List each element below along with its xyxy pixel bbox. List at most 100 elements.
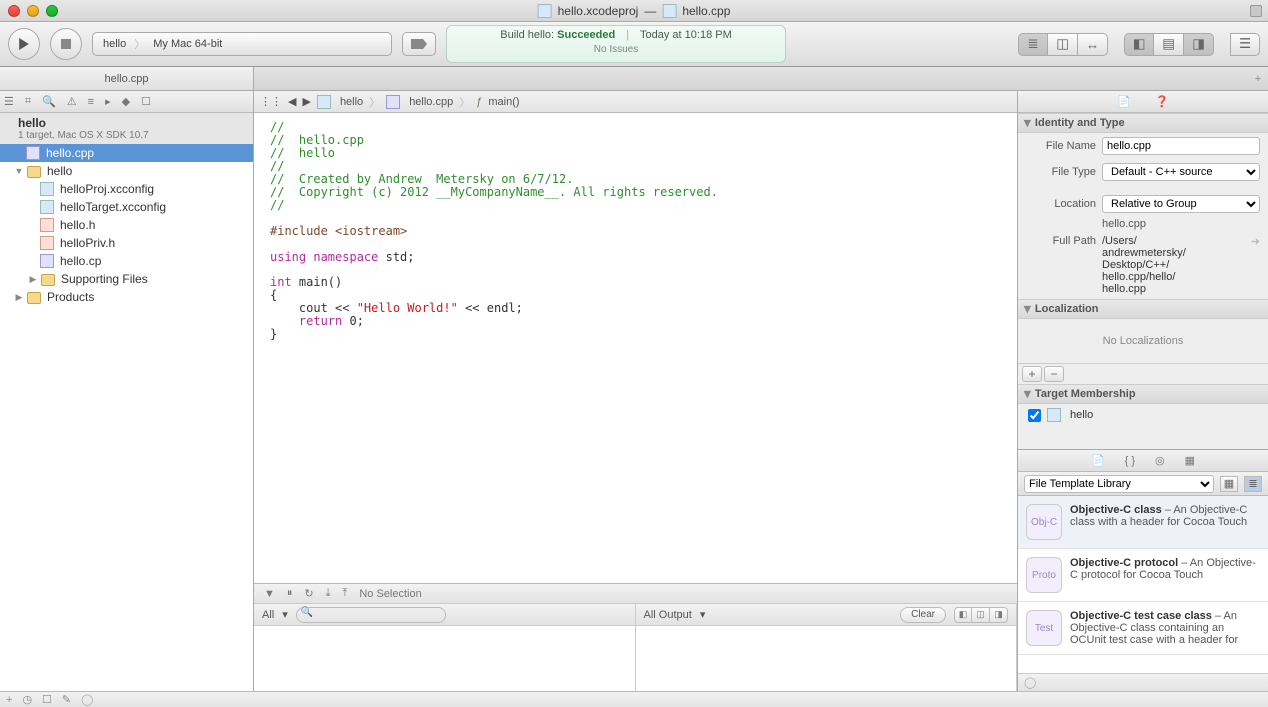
toggle-debug-button[interactable]: ▤	[1154, 33, 1184, 56]
file-inspector-icon[interactable]: 📄	[1117, 95, 1131, 108]
cpp-file-icon	[26, 146, 40, 160]
variables-view: All▾	[254, 604, 636, 691]
console-scope[interactable]: All Output	[644, 609, 692, 621]
project-navigator-icon[interactable]: ☰	[4, 95, 14, 108]
title-file: hello.cpp	[682, 4, 730, 18]
close-window-button[interactable]	[8, 5, 20, 17]
tree-item-hello-h[interactable]: hello.h	[0, 216, 253, 234]
step-into-icon[interactable]: ⤒	[342, 587, 347, 600]
new-tab-button[interactable]: +	[1248, 67, 1268, 90]
code-snippet-lib-icon[interactable]: { }	[1125, 455, 1135, 467]
source-editor[interactable]: // // hello.cpp // hello // // Created b…	[254, 113, 1017, 583]
recent-icon[interactable]: ◷	[22, 693, 32, 706]
file-type-select[interactable]: Default - C++ source	[1102, 163, 1260, 181]
file-template-lib-icon[interactable]: 📄	[1091, 454, 1105, 467]
debug-bar: ▼ ⏸ ↻ ⤓ ⤒ No Selection	[254, 583, 1017, 603]
crumb-file[interactable]: hello.cpp	[409, 96, 453, 108]
step-over-icon[interactable]: ⤓	[326, 587, 331, 600]
crumb-symbol[interactable]: main()	[488, 96, 519, 108]
identity-section-header[interactable]: ▶Identity and Type	[1018, 113, 1268, 133]
title-project: hello.xcodeproj	[558, 4, 639, 18]
file-icon	[662, 4, 676, 18]
console-right-icon[interactable]: ◨	[990, 607, 1008, 623]
search-navigator-icon[interactable]: 🔍	[42, 95, 56, 108]
location-select[interactable]: Relative to Group	[1102, 195, 1260, 213]
tree-item-supporting-files[interactable]: ▶ Supporting Files	[0, 270, 253, 288]
organizer-segmented: ☰	[1230, 33, 1260, 56]
filter-icon[interactable]: ✎	[62, 693, 71, 706]
add-localization-button[interactable]: +	[1022, 366, 1042, 382]
config-file-icon	[40, 200, 54, 214]
library-select[interactable]: File Template Library	[1024, 475, 1214, 493]
library-item-objc-testcase[interactable]: Test Objective-C test case class – An Ob…	[1018, 602, 1268, 655]
target-icon	[1047, 408, 1061, 422]
toggle-navigator-button[interactable]: ◧	[1124, 33, 1154, 56]
media-lib-icon[interactable]: ▦	[1185, 454, 1195, 467]
stop-button[interactable]	[50, 28, 82, 60]
variables-filter[interactable]	[296, 607, 446, 623]
crumb-project[interactable]: hello	[340, 96, 363, 108]
clear-console-button[interactable]: Clear	[900, 607, 946, 623]
tree-item-proj-xcconfig[interactable]: helloProj.xcconfig	[0, 180, 253, 198]
object-lib-icon[interactable]: ◎	[1155, 454, 1165, 467]
tree-item-target-xcconfig[interactable]: helloTarget.xcconfig	[0, 198, 253, 216]
assistant-editor-button[interactable]: ◫	[1048, 33, 1078, 56]
target-section-header[interactable]: ▶Target Membership	[1018, 384, 1268, 404]
breakpoints-button[interactable]	[402, 32, 436, 56]
localization-section-header[interactable]: ▶Localization	[1018, 299, 1268, 319]
tree-item-hello-folder[interactable]: ▼ hello	[0, 162, 253, 180]
back-button[interactable]: ◀	[288, 95, 296, 108]
tree-item-hello-cp[interactable]: hello.cp	[0, 252, 253, 270]
minimize-window-button[interactable]	[27, 5, 39, 17]
library-item-objc-class[interactable]: Obj-C Objective-C class – An Objective-C…	[1018, 496, 1268, 549]
library-grid-mode[interactable]: ▦	[1220, 476, 1238, 492]
scheme-selector[interactable]: hello 〉 My Mac 64-bit	[92, 32, 392, 56]
reveal-path-icon[interactable]: ➜	[1251, 235, 1260, 248]
variables-scope[interactable]: All	[262, 609, 274, 621]
quick-help-icon[interactable]: ❓	[1155, 95, 1169, 108]
standard-editor-button[interactable]: ≣	[1018, 33, 1048, 56]
tree-item-products[interactable]: ▶ Products	[0, 288, 253, 306]
pause-icon[interactable]: ⏸	[287, 587, 293, 600]
forward-button[interactable]: ▶	[302, 95, 310, 108]
tab-hello-cpp[interactable]: hello.cpp	[0, 67, 254, 90]
related-items-icon[interactable]: ⋮⋮	[260, 95, 282, 108]
project-tree: hello 1 target, Mac OS X SDK 10.7 hello.…	[0, 113, 253, 691]
filter-field-icon[interactable]: ◯	[81, 693, 93, 706]
debug-navigator-icon[interactable]: ▸	[105, 95, 111, 108]
editor-mode-segmented: ≣ ◫ ↔	[1018, 33, 1108, 56]
continue-icon[interactable]: ↻	[304, 587, 313, 600]
target-name: hello	[1070, 409, 1093, 421]
console-left-icon[interactable]: ◧	[954, 607, 972, 623]
issue-navigator-icon[interactable]: ⚠	[67, 95, 77, 108]
symbol-navigator-icon[interactable]: ⌗	[25, 95, 31, 108]
organizer-button[interactable]: ☰	[1230, 33, 1260, 56]
zoom-window-button[interactable]	[46, 5, 58, 17]
fullscreen-button[interactable]	[1250, 5, 1262, 17]
console-mid-icon[interactable]: ◫	[972, 607, 990, 623]
hide-debug-icon[interactable]: ▼	[264, 588, 275, 600]
file-name-field[interactable]	[1102, 137, 1260, 155]
scm-icon[interactable]: ☐	[42, 693, 52, 706]
tree-item-hellopriv-h[interactable]: helloPriv.h	[0, 234, 253, 252]
log-navigator-icon[interactable]: ☐	[141, 95, 151, 108]
library-item-objc-protocol[interactable]: Proto Objective-C protocol – An Objectiv…	[1018, 549, 1268, 602]
project-root[interactable]: hello 1 target, Mac OS X SDK 10.7	[0, 113, 253, 144]
library-list-mode[interactable]: ≣	[1244, 476, 1262, 492]
toggle-utilities-button[interactable]: ◨	[1184, 33, 1214, 56]
target-checkbox[interactable]	[1028, 409, 1041, 422]
title-sep: —	[644, 4, 656, 18]
remove-localization-button[interactable]: −	[1044, 366, 1064, 382]
library-filter-icon[interactable]: ◯	[1024, 676, 1036, 689]
run-button[interactable]	[8, 28, 40, 60]
add-button[interactable]: +	[6, 694, 12, 706]
main-toolbar: hello 〉 My Mac 64-bit Build hello: Succe…	[0, 22, 1268, 67]
breakpoint-navigator-icon[interactable]: ◆	[122, 95, 130, 108]
file-type-label: File Type	[1026, 166, 1096, 178]
full-path-label: Full Path	[1026, 235, 1096, 247]
test-navigator-icon[interactable]: ≡	[88, 96, 94, 108]
version-editor-button[interactable]: ↔	[1078, 33, 1108, 56]
utilities-pane: 📄 ❓ ▶Identity and Type File Name File Ty…	[1017, 91, 1268, 691]
tree-item-hello-cpp[interactable]: hello.cpp	[0, 144, 253, 162]
activity-time: Today at 10:18 PM	[640, 29, 732, 41]
